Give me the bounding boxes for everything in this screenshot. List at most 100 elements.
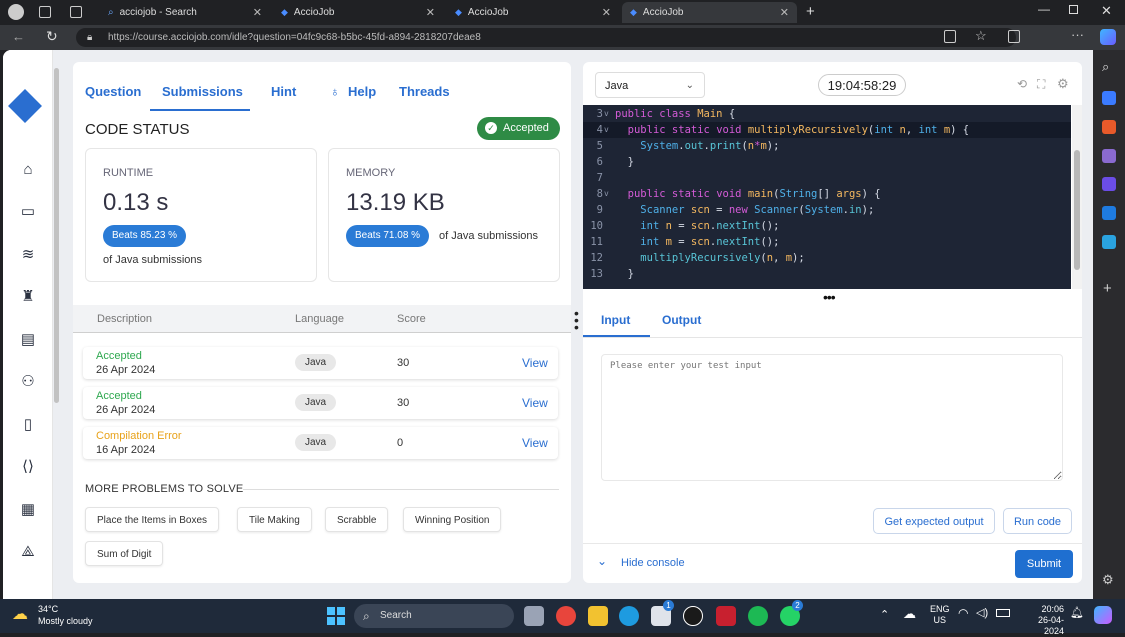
wifi-icon[interactable]: ◠	[958, 606, 968, 620]
code-editor[interactable]: 3 v public class Main { 4v public static v…	[583, 105, 1082, 289]
problem-chip[interactable]: Winning Position	[403, 507, 502, 532]
chat-icon[interactable]: ▤	[18, 330, 38, 350]
copilot-taskbar-icon[interactable]	[1094, 606, 1112, 624]
chrome-icon[interactable]	[556, 606, 576, 626]
battery-icon[interactable]	[996, 609, 1010, 617]
tab-acciojob-active[interactable]: ◆ AccioJob ✕	[622, 2, 797, 23]
workspaces-icon[interactable]	[39, 6, 51, 18]
language-select[interactable]: Java ⌄	[595, 72, 705, 98]
hide-console-toggle[interactable]: Hide console	[621, 557, 685, 569]
search-icon: ⌕	[363, 609, 370, 623]
collections-icon[interactable]	[1008, 30, 1020, 43]
search-icon[interactable]: ⌕	[1102, 59, 1109, 75]
tab-search[interactable]: ⌕ acciojob - Search ✕	[100, 2, 270, 23]
url-field[interactable]: 🔒︎ https://course.acciojob.com/idle?ques…	[76, 28, 1016, 47]
tab-hint[interactable]: Hint	[271, 84, 296, 99]
accepted-badge: ✓ Accepted	[477, 117, 560, 140]
task-view-icon[interactable]	[524, 606, 544, 626]
minimize-button[interactable]: —	[1038, 2, 1050, 16]
close-icon[interactable]: ✕	[253, 6, 262, 19]
notification-badge: 2	[792, 600, 803, 611]
taskbar-search[interactable]: ⌕ Search	[354, 604, 514, 628]
submission-row[interactable]: Accepted 26 Apr 2024 Java 30 View	[83, 387, 558, 419]
vertical-resize-handle[interactable]: • • •	[574, 306, 579, 334]
dell-icon[interactable]	[683, 606, 703, 626]
tab-acciojob-2[interactable]: ◆ AccioJob ✕	[447, 2, 619, 23]
spotify-icon[interactable]	[748, 606, 768, 626]
console-tab-input[interactable]: Input	[601, 313, 630, 327]
close-icon[interactable]: ✕	[426, 6, 435, 19]
store-icon[interactable]: 1	[651, 600, 674, 626]
submit-button[interactable]: Submit	[1015, 550, 1073, 578]
settings-icon[interactable]: ⚙	[1057, 76, 1069, 92]
tab-acciojob-1[interactable]: ◆ AccioJob ✕	[273, 2, 443, 23]
console-tab-output[interactable]: Output	[662, 313, 701, 327]
tab-threads[interactable]: Threads	[399, 84, 450, 99]
problem-chip[interactable]: Place the Items in Boxes	[85, 507, 220, 532]
editor-scrollbar-thumb[interactable]	[1074, 150, 1080, 270]
office-icon[interactable]	[1102, 177, 1116, 191]
tab-actions-icon[interactable]	[70, 6, 82, 18]
fullscreen-icon[interactable]: ⛶	[1037, 77, 1045, 92]
sidebar-scrollbar[interactable]	[54, 68, 59, 403]
home-icon[interactable]: ⌂	[18, 160, 38, 180]
maximize-button[interactable]	[1069, 5, 1078, 14]
book-icon[interactable]: ▭	[18, 202, 38, 222]
problem-chip[interactable]: Sum of Digit	[85, 541, 164, 566]
view-link[interactable]: View	[522, 396, 548, 410]
calendar-icon[interactable]: ▦	[18, 500, 38, 520]
test-input-field[interactable]	[601, 354, 1063, 481]
hierarchy-icon[interactable]: ⟁	[18, 542, 38, 562]
onedrive-icon[interactable]: ☁	[903, 606, 916, 622]
favorites-icon[interactable]: ☆	[975, 28, 987, 44]
view-link[interactable]: View	[522, 436, 548, 450]
refresh-icon[interactable]: ↻	[46, 28, 58, 45]
file-explorer-icon[interactable]	[588, 606, 608, 626]
outlook-icon[interactable]	[1102, 206, 1116, 220]
profile-avatar[interactable]	[8, 4, 24, 20]
volume-icon[interactable]: ◁)	[976, 606, 988, 619]
settings-icon[interactable]: ⚙	[1102, 572, 1114, 588]
extensions-icon[interactable]	[944, 30, 956, 43]
problem-chip[interactable]: Scrabble	[325, 507, 389, 532]
close-window-button[interactable]: ✕	[1101, 3, 1112, 19]
toolbox-icon[interactable]	[1102, 120, 1116, 134]
whatsapp-icon[interactable]: 2	[780, 600, 803, 626]
clock[interactable]: 20:06 26-04-2024	[1018, 604, 1064, 637]
copilot-icon[interactable]	[1100, 29, 1116, 45]
tab-submissions[interactable]: Submissions	[162, 84, 243, 99]
submission-row[interactable]: Accepted 26 Apr 2024 Java 30 View	[83, 347, 558, 379]
acciojob-logo[interactable]	[8, 89, 42, 123]
edge-icon[interactable]	[619, 606, 639, 626]
more-options-icon[interactable]: ···	[1071, 27, 1084, 42]
start-button[interactable]	[327, 607, 345, 625]
people-icon[interactable]: ⚇	[18, 372, 38, 392]
reset-icon[interactable]: ⟲	[1017, 77, 1027, 91]
view-link[interactable]: View	[522, 356, 548, 370]
chevron-up-icon[interactable]: ⌃	[880, 608, 889, 621]
new-tab-button[interactable]: +	[806, 3, 815, 20]
run-code-button[interactable]: Run code	[1003, 508, 1072, 534]
get-expected-output-button[interactable]: Get expected output	[873, 508, 995, 534]
shopping-tag-icon[interactable]	[1102, 91, 1116, 105]
horizontal-resize-handle[interactable]: •••	[823, 289, 836, 305]
chess-icon[interactable]	[1102, 149, 1116, 163]
code-icon[interactable]: ⟨⟩	[18, 457, 38, 477]
chevron-down-icon[interactable]: ⌄	[597, 554, 607, 568]
close-icon[interactable]: ✕	[602, 6, 611, 19]
telegram-icon[interactable]	[1102, 235, 1116, 249]
problem-chip[interactable]: Tile Making	[237, 507, 312, 532]
tab-help[interactable]: Help	[348, 84, 376, 99]
notification-bell-icon[interactable]: 🔔︎	[1070, 606, 1084, 619]
close-icon[interactable]: ✕	[780, 6, 789, 19]
notes-icon[interactable]: ▯	[18, 415, 38, 435]
tab-question[interactable]: Question	[85, 84, 141, 99]
layers-icon[interactable]: ≋	[18, 245, 38, 265]
add-icon[interactable]: +	[1103, 280, 1112, 297]
back-arrow-icon[interactable]: ←	[12, 29, 25, 44]
trophy-icon[interactable]: ♜	[18, 287, 38, 307]
weather-icon[interactable]: ☁	[12, 604, 28, 624]
mcafee-icon[interactable]	[716, 606, 736, 626]
submission-row[interactable]: Compilation Error 16 Apr 2024 Java 0 Vie…	[83, 427, 558, 459]
input-language[interactable]: ENG US	[930, 604, 950, 626]
